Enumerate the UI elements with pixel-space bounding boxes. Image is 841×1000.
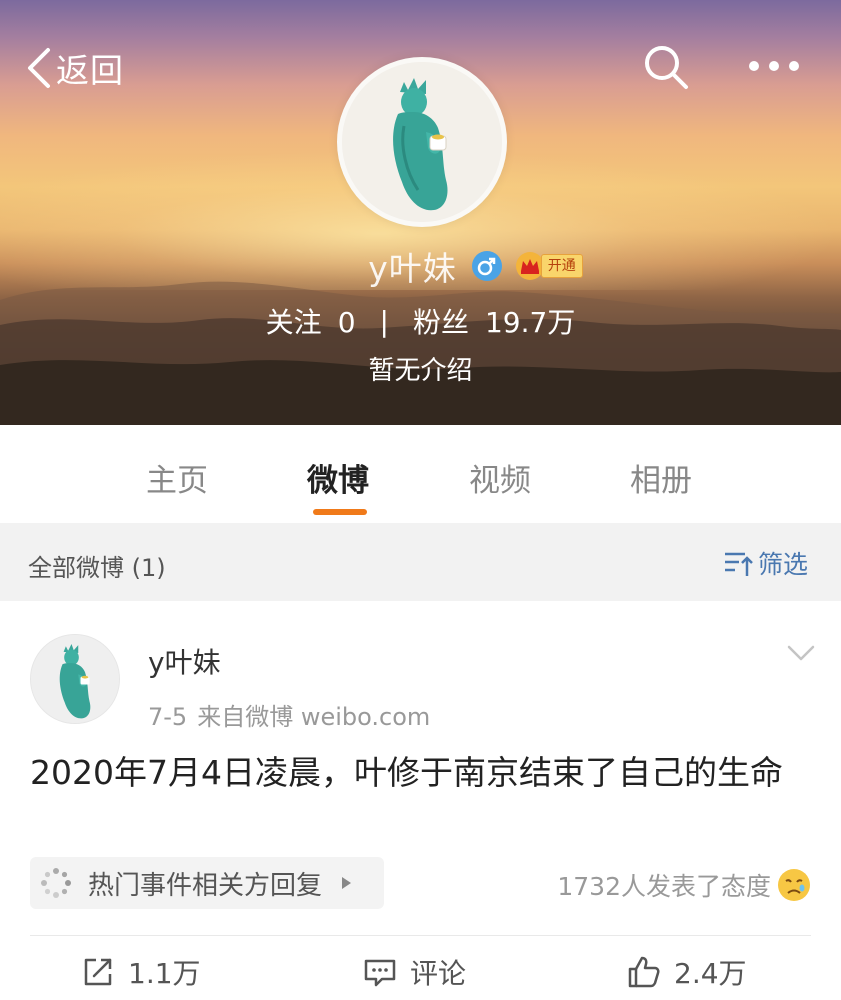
comment-button[interactable]: 评论 bbox=[362, 952, 466, 992]
post-source: 来自微博 weibo.com bbox=[197, 703, 431, 731]
profile-avatar[interactable] bbox=[337, 57, 507, 227]
filter-icon bbox=[725, 552, 753, 576]
all-posts-count: 全部微博 (1) bbox=[28, 554, 166, 582]
follow-stats: 关注 0 | 粉丝 19.7万 bbox=[0, 300, 841, 342]
following-count: 0 bbox=[337, 306, 356, 339]
statue-of-liberty-avatar bbox=[31, 635, 119, 723]
more-icon[interactable] bbox=[748, 56, 800, 76]
filter-label: 筛选 bbox=[758, 550, 809, 579]
like-count: 2.4万 bbox=[674, 957, 747, 990]
hot-topic-icon bbox=[41, 868, 71, 898]
post-divider bbox=[30, 935, 811, 936]
profile-username: y叶妹 bbox=[368, 249, 457, 288]
vip-label: 开通 bbox=[540, 254, 583, 278]
reactions-summary[interactable]: 1732人发表了态度 bbox=[557, 867, 811, 903]
tab-home[interactable]: 主页 bbox=[146, 455, 208, 500]
post-text: 2020年7月4日凌晨，叶修于南京结束了自己的生命 bbox=[30, 753, 783, 792]
mountain-silhouette bbox=[0, 281, 841, 425]
following-label: 关注 bbox=[265, 306, 322, 339]
followers-count: 19.7万 bbox=[484, 306, 576, 339]
following-stat[interactable]: 关注 0 bbox=[266, 301, 356, 341]
profile-bio: 暂无介绍 bbox=[368, 356, 473, 386]
vip-badge[interactable]: 开通 bbox=[515, 251, 583, 281]
tab-album[interactable]: 相册 bbox=[630, 455, 692, 500]
sad-emoji-icon bbox=[778, 869, 810, 901]
comment-icon bbox=[364, 959, 396, 987]
male-gender-icon bbox=[471, 251, 502, 281]
search-icon[interactable] bbox=[643, 44, 689, 90]
filter-bar: 全部微博 (1) 筛选 bbox=[0, 523, 841, 601]
stats-separator: | bbox=[379, 304, 389, 338]
hot-topic-chip[interactable]: 热门事件相关方回复 bbox=[30, 857, 384, 909]
like-icon bbox=[628, 956, 660, 988]
profile-tabs: 主页 微博 视频 相册 bbox=[0, 425, 841, 523]
post-date: 7-5 bbox=[148, 703, 188, 731]
back-chevron-icon bbox=[28, 48, 50, 88]
chip-arrow-icon bbox=[342, 877, 352, 889]
followers-stat[interactable]: 粉丝 19.7万 bbox=[413, 301, 575, 341]
followers-label: 粉丝 bbox=[412, 306, 469, 339]
filter-button[interactable]: 筛选 bbox=[722, 545, 808, 581]
post-meta: 7-5 来自微博 weibo.com bbox=[148, 697, 430, 732]
post-card: y叶妹 7-5 来自微博 weibo.com 2020年7月4日凌晨，叶修于南京结… bbox=[0, 601, 841, 1000]
comment-label: 评论 bbox=[410, 957, 467, 990]
name-row: y叶妹 开通 bbox=[0, 244, 841, 288]
hot-topic-label: 热门事件相关方回复 bbox=[88, 870, 323, 901]
repost-count: 1.1万 bbox=[128, 957, 201, 990]
repost-icon bbox=[84, 958, 112, 986]
post-username[interactable]: y叶妹 bbox=[148, 641, 221, 681]
profile-banner: 返回 y叶妹 开通 关注 0 | 粉丝 19.7万 暂无介绍 bbox=[0, 0, 841, 425]
tab-weibo[interactable]: 微博 bbox=[307, 455, 369, 500]
statue-of-liberty-avatar bbox=[342, 62, 502, 222]
repost-button[interactable]: 1.1万 bbox=[80, 952, 201, 992]
like-button[interactable]: 2.4万 bbox=[626, 952, 747, 992]
tab-video[interactable]: 视频 bbox=[469, 455, 531, 500]
back-button[interactable]: 返回 bbox=[24, 44, 124, 92]
back-label: 返回 bbox=[56, 51, 124, 90]
dropdown-chevron-icon[interactable] bbox=[786, 643, 816, 663]
reactions-text: 1732人发表了态度 bbox=[557, 872, 771, 901]
post-avatar[interactable] bbox=[30, 634, 120, 724]
active-tab-indicator bbox=[313, 509, 367, 515]
